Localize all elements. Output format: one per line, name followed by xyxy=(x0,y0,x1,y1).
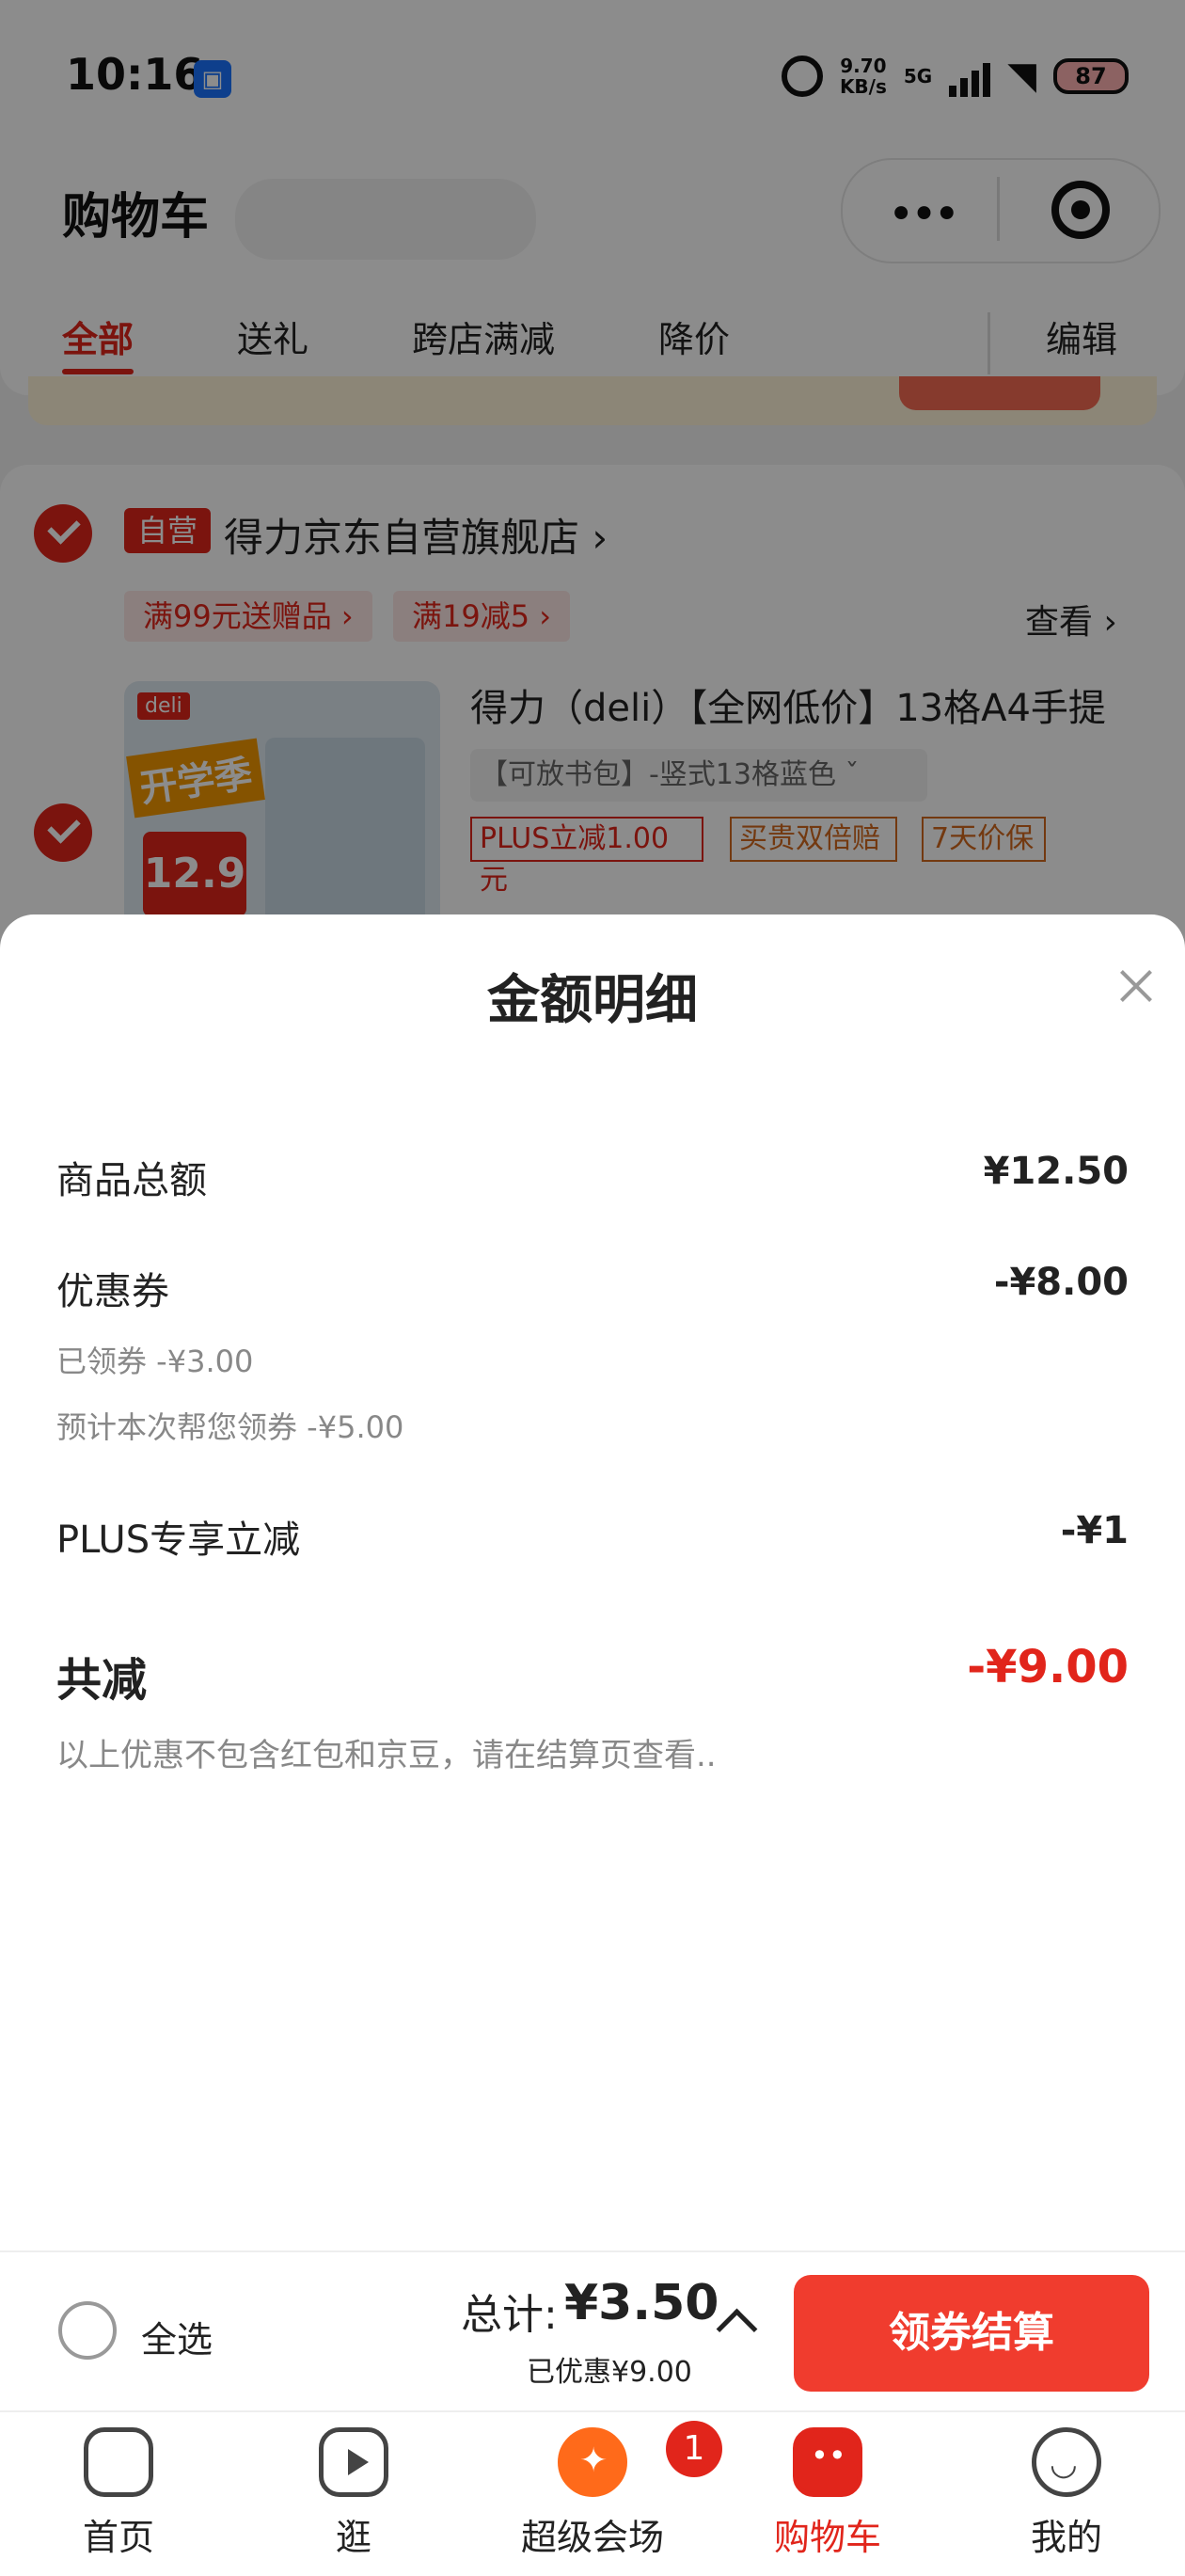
sum-value: ¥3.50 xyxy=(564,2275,719,2331)
price-detail-sheet xyxy=(0,914,1185,2250)
nav-cart[interactable]: 购物车 xyxy=(743,2427,912,2560)
goods-total-label: 商品总额 xyxy=(56,1159,207,1202)
discount-note: 以上优惠不包含红包和京豆，请在结算页查看.. xyxy=(56,1737,717,1774)
nav-super-venue-label: 超级会场 xyxy=(520,2517,664,2558)
nav-profile[interactable]: 我的 xyxy=(982,2427,1151,2560)
sheet-title: 金额明细 xyxy=(487,970,698,1031)
plus-discount-value: -¥1 xyxy=(1060,1509,1129,1552)
coupon-estimated: 预计本次帮您领券 -¥5.00 xyxy=(56,1409,404,1445)
select-all-label[interactable]: 全选 xyxy=(141,2311,213,2362)
checkout-button[interactable]: 领券结算 xyxy=(794,2275,1149,2392)
nav-home-label: 首页 xyxy=(82,2517,154,2558)
coupon-value: -¥8.00 xyxy=(993,1261,1129,1304)
nav-browse-label: 逛 xyxy=(335,2517,371,2558)
play-icon xyxy=(319,2427,388,2497)
nav-browse[interactable]: 逛 xyxy=(269,2427,438,2560)
saved-amount: 已优惠¥9.00 xyxy=(527,2356,692,2389)
total-discount-label: 共减 xyxy=(56,1654,148,1707)
goods-total-value: ¥12.50 xyxy=(983,1150,1129,1193)
nav-profile-label: 我的 xyxy=(1030,2517,1102,2558)
plus-discount-label: PLUS专享立减 xyxy=(56,1519,301,1562)
home-icon xyxy=(84,2427,153,2497)
coupon-label: 优惠券 xyxy=(56,1270,169,1313)
cart-icon xyxy=(793,2427,862,2497)
notification-badge: 1 xyxy=(666,2421,722,2477)
select-all-radio[interactable] xyxy=(58,2301,117,2360)
total-discount-value: -¥9.00 xyxy=(967,1641,1129,1693)
nav-super-venue[interactable]: 1 超级会场 xyxy=(508,2421,722,2560)
super-venue-icon: 1 xyxy=(558,2421,722,2497)
nav-cart-label: 购物车 xyxy=(773,2517,881,2558)
nav-home[interactable]: 首页 xyxy=(34,2427,203,2560)
profile-icon xyxy=(1032,2427,1101,2497)
sum-label: 总计: xyxy=(461,2291,558,2339)
coupon-claimed: 已领券 -¥3.00 xyxy=(56,1344,254,1379)
close-icon[interactable] xyxy=(1114,963,1159,1009)
